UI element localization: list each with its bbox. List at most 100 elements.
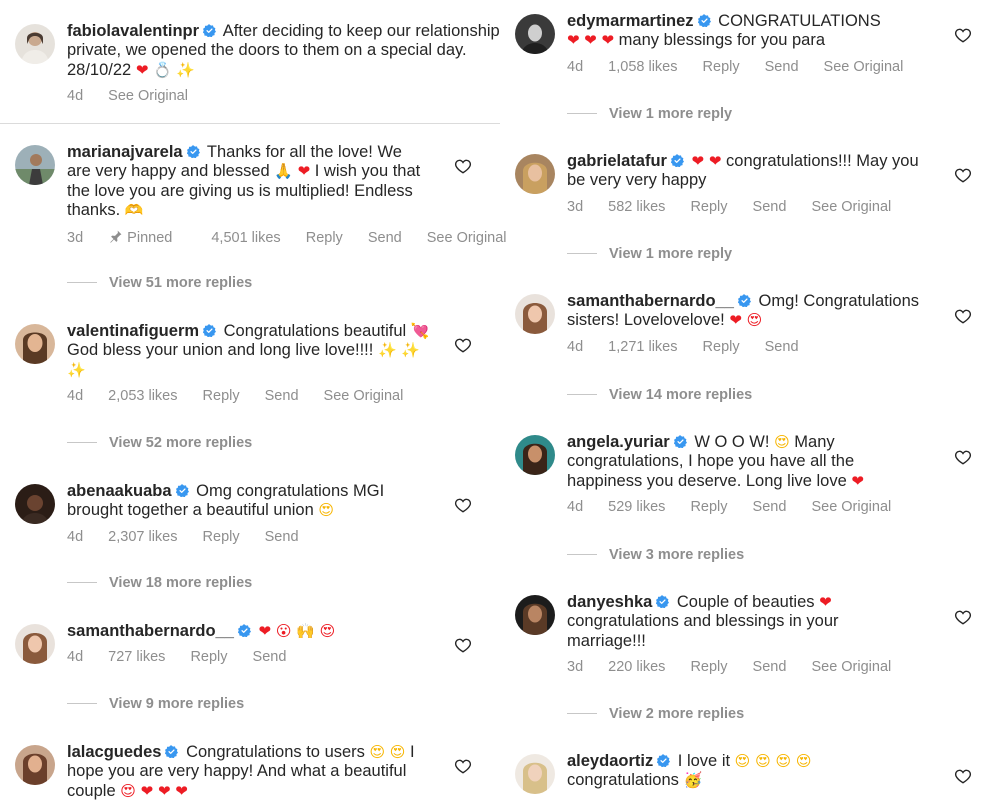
like-heart-icon[interactable]: [454, 157, 472, 175]
see-original-link[interactable]: See Original: [324, 388, 404, 404]
likes-count[interactable]: 529 likes: [608, 499, 665, 515]
avatar[interactable]: [515, 294, 555, 334]
likes-count[interactable]: 220 likes: [608, 659, 665, 675]
reply-button[interactable]: Reply: [703, 339, 740, 355]
avatar[interactable]: [515, 14, 555, 54]
caption-text-block: fabiolavalentinpr After deciding to keep…: [67, 22, 507, 80]
comment-text-block: edymarmartinez CONGRATULATIONS ❤ ❤ ❤ man…: [567, 12, 897, 51]
hands-emoji: 🫶: [124, 201, 144, 220]
comment-text-2: congratulations and blessings in your ma…: [567, 612, 839, 650]
verified-badge-icon: [238, 624, 251, 637]
view-replies-text: View 18 more replies: [109, 575, 253, 591]
avatar[interactable]: [15, 745, 55, 785]
comment-text-2: God bless your union and long live love!…: [67, 341, 374, 360]
view-replies-link[interactable]: View 51 more replies: [67, 275, 252, 291]
view-replies-link[interactable]: View 52 more replies: [67, 435, 252, 451]
view-replies-text: View 1 more reply: [609, 246, 733, 262]
like-heart-icon[interactable]: [454, 496, 472, 514]
avatar[interactable]: [15, 145, 55, 185]
reply-button[interactable]: Reply: [306, 230, 343, 246]
view-replies-link[interactable]: View 2 more replies: [567, 706, 744, 722]
see-original-link[interactable]: See Original: [811, 499, 891, 515]
send-button[interactable]: Send: [753, 659, 787, 675]
reply-button[interactable]: Reply: [203, 388, 240, 404]
see-original-link[interactable]: See Original: [427, 230, 507, 246]
username[interactable]: aleydaortiz: [567, 752, 653, 770]
send-button[interactable]: Send: [253, 649, 287, 665]
send-button[interactable]: Send: [765, 59, 799, 75]
username[interactable]: danyeshka: [567, 593, 652, 611]
avatar[interactable]: [515, 435, 555, 475]
likes-count[interactable]: 4,501 likes: [211, 230, 280, 246]
verified-badge-icon: [165, 745, 178, 758]
avatar[interactable]: [15, 324, 55, 364]
avatar[interactable]: [15, 484, 55, 524]
comment-item: danyeshka Couple of beauties ❤ congratul…: [515, 593, 897, 675]
avatar[interactable]: [15, 624, 55, 664]
username[interactable]: marianajvarela: [67, 143, 183, 161]
username[interactable]: fabiolavalentinpr: [67, 22, 199, 40]
view-replies-link[interactable]: View 1 more reply: [567, 246, 732, 262]
username[interactable]: abenaakuaba: [67, 482, 172, 500]
avatar[interactable]: [515, 154, 555, 194]
comment-item: samanthabernardo__ ❤ 😮 🙌 😍 4d 727 likes …: [15, 622, 427, 665]
send-button[interactable]: Send: [765, 339, 799, 355]
like-heart-icon[interactable]: [454, 636, 472, 654]
like-heart-icon[interactable]: [954, 767, 972, 785]
sparkles-emoji: ✨: [176, 60, 195, 79]
see-original-link[interactable]: See Original: [824, 59, 904, 75]
view-replies-link[interactable]: View 14 more replies: [567, 387, 752, 403]
username[interactable]: edymarmartinez: [567, 12, 694, 30]
likes-count[interactable]: 1,058 likes: [608, 59, 677, 75]
heart-emoji: ❤: [135, 60, 149, 79]
likes-count[interactable]: 582 likes: [608, 199, 665, 215]
username[interactable]: samanthabernardo__: [567, 292, 734, 310]
timestamp: 4d: [67, 528, 84, 545]
see-original-link[interactable]: See Original: [811, 199, 891, 215]
likes-count[interactable]: 1,271 likes: [608, 339, 677, 355]
like-heart-icon[interactable]: [954, 307, 972, 325]
timestamp: 3d: [67, 229, 84, 246]
likes-count[interactable]: 2,053 likes: [108, 388, 177, 404]
emoji-reactions: 😍 ❤ ❤ ❤: [120, 781, 188, 800]
avatar[interactable]: [515, 754, 555, 794]
comment-item: edymarmartinez CONGRATULATIONS ❤ ❤ ❤ man…: [515, 12, 903, 75]
username[interactable]: gabrielatafur: [567, 152, 667, 170]
username[interactable]: samanthabernardo__: [67, 622, 234, 640]
reply-button[interactable]: Reply: [690, 199, 727, 215]
reply-button[interactable]: Reply: [690, 499, 727, 515]
see-original-link[interactable]: See Original: [108, 88, 188, 104]
like-heart-icon[interactable]: [954, 448, 972, 466]
reply-button[interactable]: Reply: [690, 659, 727, 675]
pin-icon: [108, 229, 123, 248]
post-caption: fabiolavalentinpr After deciding to keep…: [0, 0, 500, 124]
reply-button[interactable]: Reply: [203, 529, 240, 545]
likes-count[interactable]: 727 likes: [108, 649, 165, 665]
like-heart-icon[interactable]: [454, 336, 472, 354]
view-replies-link[interactable]: View 9 more replies: [67, 696, 244, 712]
comment-text-block: marianajvarela Thanks for all the love! …: [67, 143, 427, 221]
like-heart-icon[interactable]: [954, 166, 972, 184]
view-replies-link[interactable]: View 1 more reply: [567, 106, 732, 122]
reply-button[interactable]: Reply: [190, 649, 227, 665]
likes-count[interactable]: 2,307 likes: [108, 529, 177, 545]
username[interactable]: lalacguedes: [67, 743, 161, 761]
reply-button[interactable]: Reply: [703, 59, 740, 75]
username[interactable]: valentinafiguerm: [67, 322, 199, 340]
like-heart-icon[interactable]: [954, 608, 972, 626]
like-heart-icon[interactable]: [954, 26, 972, 44]
view-replies-link[interactable]: View 18 more replies: [67, 575, 252, 591]
comment-text-block: abenaakuaba Omg congratulations MGI brou…: [67, 482, 427, 521]
like-heart-icon[interactable]: [454, 757, 472, 775]
send-button[interactable]: Send: [265, 388, 299, 404]
view-replies-link[interactable]: View 3 more replies: [567, 547, 744, 563]
send-button[interactable]: Send: [265, 529, 299, 545]
avatar[interactable]: [15, 24, 55, 64]
send-button[interactable]: Send: [753, 199, 787, 215]
see-original-link[interactable]: See Original: [811, 659, 891, 675]
send-button[interactable]: Send: [753, 499, 787, 515]
avatar[interactable]: [515, 595, 555, 635]
username[interactable]: angela.yuriar: [567, 433, 670, 451]
send-button[interactable]: Send: [368, 230, 402, 246]
verified-badge-icon: [203, 24, 216, 37]
